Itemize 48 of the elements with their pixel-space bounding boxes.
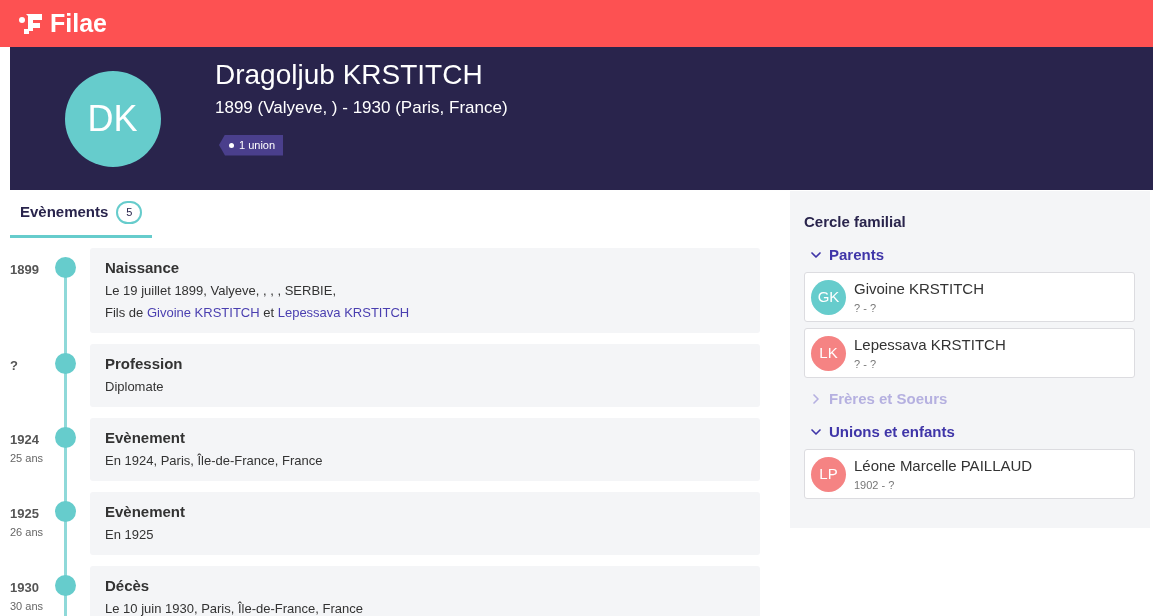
person-dates: ? - ? bbox=[854, 357, 877, 372]
logo-text: Filae bbox=[50, 11, 107, 36]
person-dates: ? - ? bbox=[854, 301, 877, 316]
person-name: Léone Marcelle PAILLAUD bbox=[854, 455, 1033, 476]
event-year: 1924 bbox=[10, 431, 40, 449]
event-title: Naissance bbox=[105, 258, 181, 278]
person-avatar: GK bbox=[811, 279, 846, 315]
event-age: 30 ans bbox=[10, 598, 45, 614]
person-card[interactable]: LK Lepessava KRSTITCH ? - ? bbox=[804, 328, 1135, 378]
event-age: 26 ans bbox=[10, 524, 45, 540]
events-tab[interactable]: Evènements 5 bbox=[10, 190, 153, 238]
person-name: Givoine KRSTITCH bbox=[854, 278, 985, 299]
event-description: En 1924, Paris, Île-de-France, France bbox=[105, 451, 324, 470]
person-name: Dragoljub KRSTITCH bbox=[215, 58, 484, 92]
event-description: Le 10 juin 1930, Paris, Île-de-France, France bbox=[105, 599, 364, 616]
person-link[interactable]: Lepessava KRSTITCH bbox=[277, 304, 410, 320]
person-card[interactable]: GK Givoine KRSTITCH ? - ? bbox=[804, 272, 1135, 322]
event-description: Fils de Givoine KRSTITCH et Lepessava KRSTITCH bbox=[105, 303, 411, 322]
event-age: 25 ans bbox=[10, 450, 45, 466]
section-toggle[interactable]: Unions et enfants bbox=[804, 420, 1136, 443]
event-card[interactable]: Profession Diplomate bbox=[90, 344, 760, 407]
event-card[interactable]: Evènement En 1924, Paris, Île-de-France, France bbox=[90, 418, 760, 481]
panel-title: Cercle familial bbox=[804, 212, 907, 232]
section-toggle[interactable]: Parents bbox=[804, 243, 1136, 266]
event-year: ? bbox=[10, 357, 19, 375]
union-badge[interactable]: 1 union bbox=[219, 134, 284, 156]
event-year: 1899 bbox=[10, 261, 40, 279]
event-description: Le 19 juillet 1899, Valyeve, , , , SERBIE, bbox=[105, 281, 337, 300]
person-dates: 1902 - ? bbox=[854, 478, 896, 493]
person-avatar: LP bbox=[811, 456, 846, 492]
person-avatar: LK bbox=[811, 335, 846, 371]
event-title: Décès bbox=[105, 576, 151, 596]
person-link[interactable]: Givoine KRSTITCH bbox=[146, 304, 260, 320]
event-title: Profession bbox=[105, 354, 184, 374]
person-name: Lepessava KRSTITCH bbox=[854, 334, 1006, 355]
event-title: Evènement bbox=[105, 502, 187, 522]
avatar: DK bbox=[64, 70, 161, 167]
event-card[interactable]: Evènement En 1925 bbox=[90, 492, 760, 555]
person-dates: 1899 (Valyeve, ) - 1930 (Paris, France) bbox=[215, 97, 508, 119]
event-title: Evènement bbox=[105, 428, 187, 448]
event-year: 1930 bbox=[10, 579, 40, 597]
event-description: Diplomate bbox=[105, 377, 165, 396]
event-card[interactable]: Naissance Le 19 juillet 1899, Valyeve, , , , SERBIE, Fils de Givoine KRSTITCH et Lepessava KRSTITCH bbox=[90, 248, 760, 333]
event-description: En 1925 bbox=[105, 525, 155, 544]
event-year: 1925 bbox=[10, 505, 40, 523]
count-badge: 5 bbox=[116, 201, 143, 224]
event-card[interactable]: Décès Le 10 juin 1930, Paris, Île-de-France, France bbox=[90, 566, 760, 616]
person-card[interactable]: LP Léone Marcelle PAILLAUD 1902 - ? bbox=[804, 449, 1135, 499]
